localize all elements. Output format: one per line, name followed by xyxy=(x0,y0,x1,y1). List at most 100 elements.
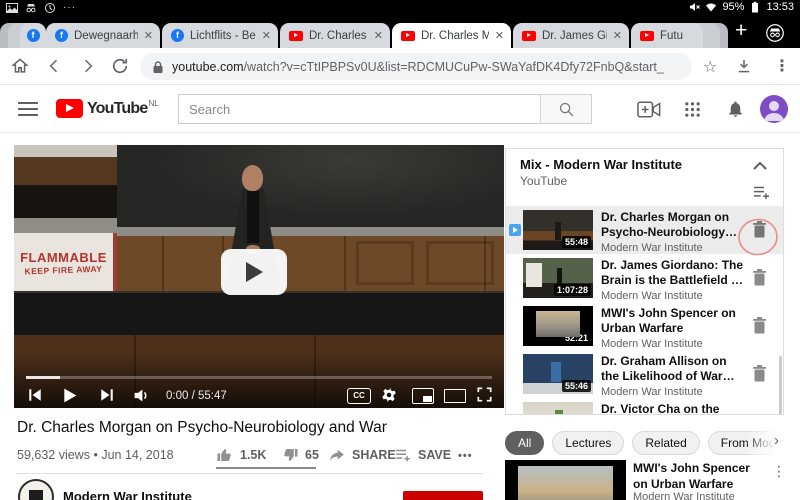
tab-dr-james[interactable]: Dr. James Gio ✕ xyxy=(513,23,629,48)
playlist-item[interactable]: Dr. Victor Cha on the North xyxy=(506,398,783,414)
browser-menu-icon[interactable]: ⋮ xyxy=(774,56,790,76)
url-text: youtube.com/watch?v=cTtIPBPSv0U&list=RDC… xyxy=(172,60,664,74)
wifi-icon xyxy=(706,3,717,12)
tab-dewegnaarhe[interactable]: f Dewegnaarhe ✕ xyxy=(46,23,160,48)
guide-menu-icon[interactable] xyxy=(18,102,38,116)
bookmark-star-icon[interactable]: ☆ xyxy=(703,57,717,77)
mute-icon xyxy=(690,3,701,11)
forward-button[interactable] xyxy=(78,56,98,76)
divider xyxy=(17,473,483,474)
video-player[interactable]: FLAMMABLE KEEP FIRE AWAY 0:00 / 55:47 CC xyxy=(14,145,504,408)
search-input[interactable] xyxy=(178,94,540,124)
youtube-logo[interactable]: YouTube NL xyxy=(56,99,159,118)
now-playing-icon xyxy=(509,224,521,236)
youtube-favicon xyxy=(401,30,415,41)
account-avatar[interactable] xyxy=(760,95,788,123)
close-icon[interactable]: ✕ xyxy=(262,29,271,42)
like-button[interactable]: 1.5K xyxy=(216,446,266,464)
dislike-button[interactable]: 65 xyxy=(281,446,319,464)
chip-all[interactable]: All xyxy=(505,431,545,455)
more-notifications-icon: ··· xyxy=(63,2,76,13)
fullscreen-button[interactable] xyxy=(476,386,493,403)
notifications-bell-icon[interactable] xyxy=(726,99,745,119)
back-button[interactable] xyxy=(44,56,64,76)
video-thumbnail[interactable] xyxy=(523,402,593,414)
play-overlay-button[interactable] xyxy=(221,249,287,295)
captions-button[interactable]: CC xyxy=(347,388,371,404)
playlist-source: YouTube xyxy=(520,174,568,188)
search-button[interactable] xyxy=(540,94,592,124)
browser-tab-strip: f f Dewegnaarhe ✕ f Lichtflits - Ber ✕ D… xyxy=(0,18,800,48)
playlist-item[interactable]: 55:46 Dr. Graham Allison on the Likeliho… xyxy=(506,350,783,398)
video-thumbnail[interactable]: 1:07:28 xyxy=(523,258,593,298)
remove-from-playlist-icon[interactable] xyxy=(751,316,768,335)
tab-title: Lichtflits - Ber xyxy=(190,29,256,42)
playlist-item-title[interactable]: Dr. James Giordano: The Brain is the Bat… xyxy=(601,258,745,288)
reload-button[interactable] xyxy=(110,56,130,76)
collapsed-tab-facebook[interactable]: f xyxy=(20,23,46,48)
tab-lichtflits[interactable]: f Lichtflits - Ber ✕ xyxy=(162,23,278,48)
like-count: 1.5K xyxy=(240,448,267,462)
create-video-icon[interactable] xyxy=(637,101,661,118)
apps-grid-icon[interactable] xyxy=(684,101,701,118)
video-thumbnail[interactable]: 55:46 xyxy=(523,354,593,394)
tab-title: Dewegnaarhe xyxy=(74,29,138,42)
chip-lectures[interactable]: Lectures xyxy=(552,431,625,455)
playlist-scrollbar[interactable] xyxy=(779,356,782,414)
close-icon[interactable]: ✕ xyxy=(495,29,504,42)
playlist-item-title[interactable]: Dr. Graham Allison on the Likelihood of … xyxy=(601,354,745,384)
save-label: SAVE xyxy=(418,448,452,462)
tab-futu[interactable]: Futu xyxy=(631,23,703,48)
miniplayer-button[interactable] xyxy=(412,388,434,404)
settings-gear-icon[interactable] xyxy=(380,386,398,404)
progress-bar[interactable] xyxy=(26,376,492,379)
data-saver-notification-icon xyxy=(45,3,55,13)
video-thumbnail[interactable]: 55:48 xyxy=(523,210,593,250)
home-button[interactable] xyxy=(10,56,30,76)
playlist-item-title[interactable]: Dr. Charles Morgan on Psycho-Neurobiolog… xyxy=(601,210,745,240)
subscribe-button[interactable] xyxy=(403,491,483,500)
save-button[interactable]: SAVE xyxy=(394,446,451,464)
video-thumbnail[interactable]: 52:21 xyxy=(523,306,593,346)
duration-badge: 55:46 xyxy=(561,380,591,392)
close-icon[interactable]: ✕ xyxy=(374,29,383,42)
volume-icon[interactable] xyxy=(132,386,151,405)
theater-mode-button[interactable] xyxy=(444,389,466,403)
duration-badge: 1:07:28 xyxy=(553,284,591,296)
clock: 13:53 xyxy=(766,1,794,13)
url-path: /watch?v=cTtIPBPSv0U&list=RDCMUCuPw-SWaY… xyxy=(243,59,664,74)
playlist-item[interactable]: 1:07:28 Dr. James Giordano: The Brain is… xyxy=(506,254,783,302)
previous-button[interactable] xyxy=(26,386,44,404)
tab-dr-charles-active[interactable]: Dr. Charles M ✕ xyxy=(392,23,511,48)
save-playlist-icon[interactable] xyxy=(753,185,770,200)
new-tab-button[interactable]: + xyxy=(735,19,747,43)
close-icon[interactable]: ✕ xyxy=(613,29,622,42)
incognito-mode-icon[interactable] xyxy=(766,24,784,42)
chips-scroll-arrow[interactable]: › xyxy=(774,432,779,449)
collapse-chevron-icon[interactable] xyxy=(753,161,767,171)
playlist-item-title[interactable]: Dr. Victor Cha on the North xyxy=(601,402,745,414)
play-button[interactable] xyxy=(60,386,79,405)
up-next-title[interactable]: MWI's John Spencer on Urban Warfare xyxy=(633,461,765,492)
up-next-thumbnail[interactable] xyxy=(505,460,626,500)
playlist-item[interactable]: 52:21 MWI's John Spencer on Urban Warfar… xyxy=(506,302,783,350)
thumbs-up-icon xyxy=(217,449,231,461)
url-bar[interactable]: youtube.com/watch?v=cTtIPBPSv0U&list=RDC… xyxy=(140,53,692,80)
channel-name[interactable]: Modern War Institute xyxy=(63,489,192,500)
tab-dr-charles-1[interactable]: Dr. Charles M ✕ xyxy=(280,23,390,48)
download-icon[interactable] xyxy=(735,57,753,75)
view-count: 59,632 views xyxy=(17,448,90,462)
screenshot-notification-icon xyxy=(6,3,18,13)
more-actions-button[interactable]: ••• xyxy=(458,450,473,462)
remove-from-playlist-icon[interactable] xyxy=(751,268,768,287)
next-button[interactable] xyxy=(98,386,116,404)
close-icon[interactable]: ✕ xyxy=(144,29,153,42)
chip-related[interactable]: Related xyxy=(632,431,700,455)
channel-logo[interactable] xyxy=(18,479,54,500)
up-next-menu-icon[interactable]: ⋮ xyxy=(772,463,786,480)
youtube-wordmark: YouTube xyxy=(87,100,148,117)
remove-from-playlist-icon[interactable] xyxy=(751,364,768,383)
playlist-title[interactable]: Mix - Modern War Institute xyxy=(520,157,682,172)
share-button[interactable]: SHARE xyxy=(328,446,396,464)
playlist-item-title[interactable]: MWI's John Spencer on Urban Warfare xyxy=(601,306,745,336)
